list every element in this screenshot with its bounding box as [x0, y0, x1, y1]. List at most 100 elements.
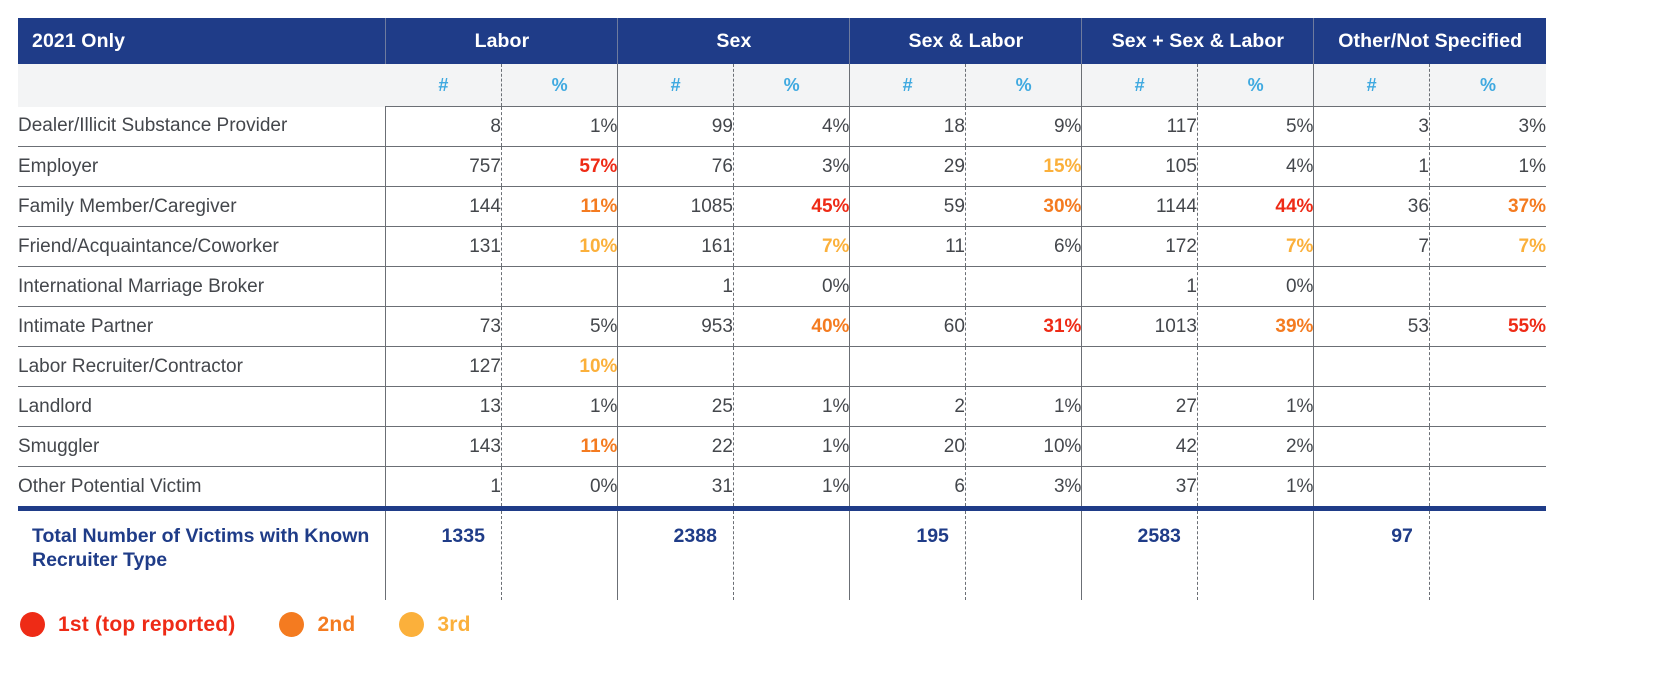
rank-2-value: 39%	[1275, 315, 1314, 337]
table-header: 2021 Only Labor Sex Sex & Labor Sex + Se…	[18, 18, 1546, 107]
cell-count: 1	[385, 466, 502, 509]
cell-percent	[1429, 346, 1546, 387]
cell-count: 1144	[1081, 186, 1198, 227]
cell-percent: 7%	[1429, 226, 1546, 267]
table-row: Smuggler 143 11% 22 1% 20 10% 42 2%	[18, 426, 1546, 467]
cell-count: 172	[1081, 226, 1198, 267]
cell-count: 127	[385, 346, 502, 387]
cell-percent: 11%	[501, 186, 619, 227]
cell-percent: 1%	[1197, 386, 1315, 427]
total-percent	[1429, 506, 1546, 600]
sub-header-sex-and-labor-count: #	[849, 64, 966, 107]
legend-item: 3rd	[399, 612, 470, 637]
cell-percent: 3%	[965, 466, 1083, 509]
cell-percent: 37%	[1429, 186, 1546, 227]
rank-3-value: 7%	[821, 235, 850, 257]
cell-count: 1	[1313, 146, 1430, 187]
total-percent	[733, 506, 851, 600]
cell-percent: 5%	[1197, 106, 1315, 147]
cell-percent: 1%	[965, 386, 1083, 427]
cell-percent: 39%	[1197, 306, 1315, 347]
legend-label: 3rd	[437, 612, 471, 636]
cell-percent: 7%	[1197, 226, 1315, 267]
cell-count	[1313, 466, 1430, 509]
rank-1-value: 31%	[1043, 315, 1082, 337]
total-percent	[501, 506, 619, 600]
table-body: Dealer/Illicit Substance Provider 8 1% 99 4%…	[18, 106, 1546, 600]
recruiter-type-table-page: 2021 Only Labor Sex Sex & Labor Sex + Se…	[0, 0, 1659, 698]
legend-dot-icon	[279, 612, 305, 637]
row-label: Landlord	[18, 386, 387, 427]
cell-percent: 4%	[1197, 146, 1315, 187]
cell-count: 953	[617, 306, 734, 347]
cell-count: 36	[1313, 186, 1430, 227]
group-header-row: 2021 Only Labor Sex Sex & Labor Sex + Se…	[18, 18, 1546, 64]
cell-count: 42	[1081, 426, 1198, 467]
cell-percent: 4%	[733, 106, 851, 147]
sub-header-other-percent: %	[1429, 64, 1546, 107]
cell-percent: 9%	[965, 106, 1083, 147]
rank-2-value: 30%	[1043, 195, 1082, 217]
cell-count: 7	[1313, 226, 1430, 267]
table-row: International Marriage Broker 1 0% 1 0%	[18, 266, 1546, 307]
cell-count	[1313, 426, 1430, 467]
cell-percent: 57%	[501, 146, 619, 187]
cell-count: 105	[1081, 146, 1198, 187]
cell-count: 31	[617, 466, 734, 509]
table-row: Other Potential Victim 1 0% 31 1% 6 3% 37 1%	[18, 466, 1546, 509]
cell-percent: 5%	[501, 306, 619, 347]
cell-count: 8	[385, 106, 502, 147]
rank-1-value: 55%	[1507, 315, 1546, 337]
row-label: Dealer/Illicit Substance Provider	[18, 106, 387, 147]
cell-count	[1313, 386, 1430, 427]
table-row: Labor Recruiter/Contractor 127 10%	[18, 346, 1546, 387]
rank-legend: 1st (top reported) 2nd 3rd	[20, 612, 471, 637]
rank-1-value: 57%	[579, 155, 618, 177]
group-header-labor: Labor	[385, 18, 619, 64]
cell-percent: 3%	[733, 146, 851, 187]
cell-count: 59	[849, 186, 966, 227]
group-header-sex-and-labor: Sex & Labor	[849, 18, 1083, 64]
row-label: Intimate Partner	[18, 306, 387, 347]
table-row: Dealer/Illicit Substance Provider 8 1% 99 4%…	[18, 106, 1546, 147]
cell-percent: 40%	[733, 306, 851, 347]
total-row-label: Total Number of Victims with Known Recru…	[18, 506, 387, 600]
cell-count: 1	[617, 266, 734, 307]
row-label: Smuggler	[18, 426, 387, 467]
rank-3-value: 7%	[1285, 235, 1314, 257]
row-label: Friend/Acquaintance/Coworker	[18, 226, 387, 267]
total-percent	[1197, 506, 1315, 600]
table-container: 2021 Only Labor Sex Sex & Labor Sex + Se…	[18, 18, 1546, 600]
rank-2-value: 11%	[580, 195, 618, 217]
rank-3-value: 7%	[1518, 235, 1546, 257]
cell-count: 73	[385, 306, 502, 347]
cell-percent: 0%	[1197, 266, 1315, 307]
cell-count	[385, 266, 502, 307]
cell-percent: 1%	[501, 106, 619, 147]
cell-percent	[1429, 266, 1546, 307]
cell-percent	[1429, 466, 1546, 509]
recruiter-type-matrix-table: 2021 Only Labor Sex Sex & Labor Sex + Se…	[18, 18, 1546, 600]
rank-2-value: 37%	[1507, 195, 1546, 217]
cell-count: 60	[849, 306, 966, 347]
cell-count: 11	[849, 226, 966, 267]
sub-header-sex-and-labor-percent: %	[965, 64, 1083, 107]
legend-label: 2nd	[317, 612, 356, 636]
rank-3-value: 15%	[1043, 155, 1082, 177]
cell-percent	[501, 266, 619, 307]
cell-count: 1	[1081, 266, 1198, 307]
rank-1-value: 44%	[1275, 195, 1314, 217]
rank-3-value: 10%	[579, 235, 618, 257]
cell-percent: 15%	[965, 146, 1083, 187]
row-label: International Marriage Broker	[18, 266, 387, 307]
cell-percent: 55%	[1429, 306, 1546, 347]
cell-count: 25	[617, 386, 734, 427]
total-count: 2583	[1081, 506, 1198, 600]
cell-percent: 3%	[1429, 106, 1546, 147]
sub-header-sex-percent: %	[733, 64, 851, 107]
total-count: 195	[849, 506, 966, 600]
cell-percent	[1429, 426, 1546, 467]
cell-percent: 0%	[733, 266, 851, 307]
sub-header-sex-count: #	[617, 64, 734, 107]
cell-percent	[1197, 346, 1315, 387]
